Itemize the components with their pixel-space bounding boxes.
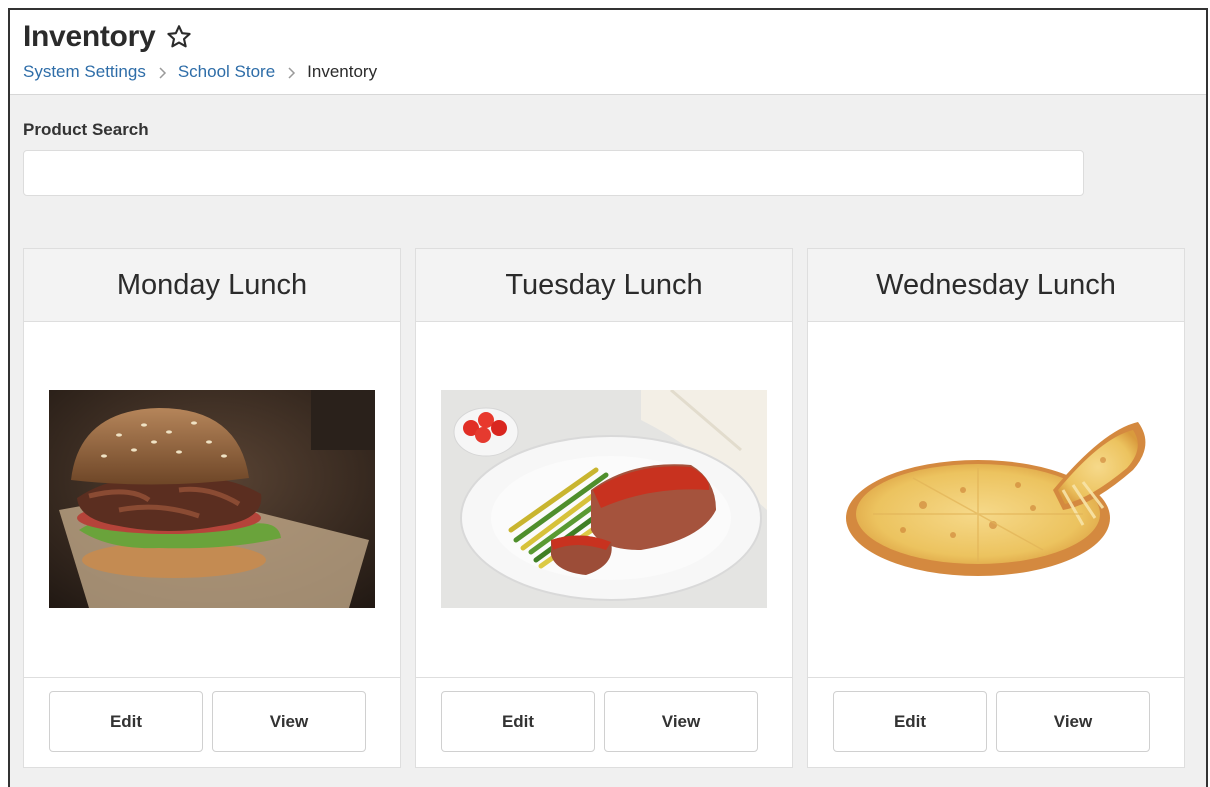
- chevron-right-icon: [284, 65, 298, 79]
- page-header: Inventory System Settings School Store I…: [10, 10, 1206, 95]
- title-row: Inventory: [23, 20, 193, 54]
- view-button[interactable]: View: [996, 691, 1150, 752]
- breadcrumb-inventory: Inventory: [307, 62, 378, 81]
- product-card-monday-lunch: Monday Lunch Edit View: [23, 248, 401, 768]
- product-card-actions: Edit View: [416, 678, 792, 769]
- breadcrumb-school-store[interactable]: School Store: [178, 62, 275, 82]
- product-card-body: [808, 322, 1184, 678]
- app-frame: Inventory System Settings School Store I…: [8, 8, 1208, 787]
- meatloaf-plate-image: [441, 390, 767, 608]
- product-card-tuesday-lunch: Tuesday Lunch Edit View: [415, 248, 793, 768]
- breadcrumb: System Settings School Store Inventory: [23, 62, 377, 82]
- product-card-wednesday-lunch: Wednesday Lunch Edit View: [807, 248, 1185, 768]
- edit-button[interactable]: Edit: [49, 691, 203, 752]
- product-card-actions: Edit View: [24, 678, 400, 769]
- cheese-pizza-image: [833, 390, 1159, 608]
- product-card-title: Tuesday Lunch: [416, 249, 792, 322]
- product-search-input[interactable]: [23, 150, 1084, 196]
- product-card-actions: Edit View: [808, 678, 1184, 769]
- view-button[interactable]: View: [604, 691, 758, 752]
- product-card-body: [416, 322, 792, 678]
- breadcrumb-system-settings[interactable]: System Settings: [23, 62, 146, 82]
- product-card-body: [24, 322, 400, 678]
- view-button[interactable]: View: [212, 691, 366, 752]
- chevron-right-icon: [155, 65, 169, 79]
- edit-button[interactable]: Edit: [833, 691, 987, 752]
- pulled-pork-sandwich-image: [49, 390, 375, 608]
- star-outline-icon[interactable]: [165, 23, 193, 51]
- page-title: Inventory: [23, 20, 156, 53]
- product-search-label: Product Search: [23, 120, 149, 139]
- edit-button[interactable]: Edit: [441, 691, 595, 752]
- product-card-title: Wednesday Lunch: [808, 249, 1184, 322]
- product-card-title: Monday Lunch: [24, 249, 400, 322]
